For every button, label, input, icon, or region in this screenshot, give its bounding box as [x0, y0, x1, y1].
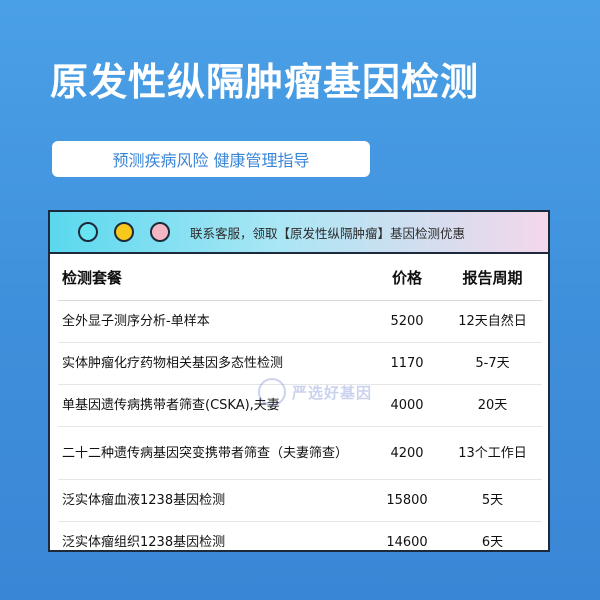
- package-price: 4200: [371, 426, 443, 480]
- subtitle-text: 预测疾病风险 健康管理指导: [112, 151, 310, 170]
- report-period: 6天: [481, 535, 504, 550]
- package-price: 14600: [386, 535, 428, 550]
- report-period: 20天: [443, 384, 542, 427]
- pink-dot-icon: [150, 222, 170, 242]
- package-table: 检测套餐 价格 报告周期 全外显子测序分析-单样本 5200 12天自然日 实体…: [58, 254, 542, 563]
- table-row[interactable]: 全外显子测序分析-单样本 5200 12天自然日: [58, 300, 542, 343]
- package-name: 泛实体瘤组织1238基因检测: [62, 535, 226, 550]
- report-period: 13个工作日: [443, 426, 542, 480]
- header-price: 价格: [371, 254, 443, 301]
- report-period: 5-7天: [443, 342, 542, 385]
- yellow-dot-icon: [114, 222, 134, 242]
- table-header-row: 检测套餐 价格 报告周期: [58, 254, 542, 301]
- table-row[interactable]: 泛实体瘤组织1238基因检测 14600 6天: [58, 522, 542, 564]
- table-row[interactable]: 二十二种遗传病基因突变携带者筛查（夫妻筛查） 4200 13个工作日: [58, 426, 542, 480]
- panel-title-bar: 联系客服，领取【原发性纵隔肿瘤】基因检测优惠: [50, 212, 548, 254]
- package-price: 1170: [371, 342, 443, 385]
- contact-service-text[interactable]: 联系客服，领取【原发性纵隔肿瘤】基因检测优惠: [190, 223, 465, 242]
- report-period: 5天: [443, 479, 542, 522]
- header-period: 报告周期: [443, 254, 542, 301]
- package-panel: 联系客服，领取【原发性纵隔肿瘤】基因检测优惠 检测套餐 价格 报告周期 全外显子…: [48, 210, 550, 552]
- table-row[interactable]: 实体肿瘤化疗药物相关基因多态性检测 1170 5-7天: [58, 342, 542, 385]
- page-title: 原发性纵隔肿瘤基因检测: [50, 60, 480, 104]
- package-price: 5200: [371, 300, 443, 343]
- package-name: 单基因遗传病携带者筛查(CSKA),夫妻: [58, 384, 371, 427]
- package-price: 15800: [371, 479, 443, 522]
- header-package: 检测套餐: [58, 254, 371, 301]
- table-row[interactable]: 单基因遗传病携带者筛查(CSKA),夫妻 4000 20天: [58, 384, 542, 427]
- table-row[interactable]: 泛实体瘤血液1238基因检测 15800 5天: [58, 479, 542, 522]
- report-period: 12天自然日: [443, 300, 542, 343]
- package-name: 实体肿瘤化疗药物相关基因多态性检测: [58, 342, 371, 385]
- package-name: 二十二种遗传病基因突变携带者筛查（夫妻筛查）: [58, 426, 371, 480]
- subtitle-banner: 预测疾病风险 健康管理指导: [52, 141, 370, 177]
- package-name: 全外显子测序分析-单样本: [58, 300, 371, 343]
- cyan-dot-icon: [78, 222, 98, 242]
- package-name: 泛实体瘤血液1238基因检测: [58, 479, 371, 522]
- package-price: 4000: [371, 384, 443, 427]
